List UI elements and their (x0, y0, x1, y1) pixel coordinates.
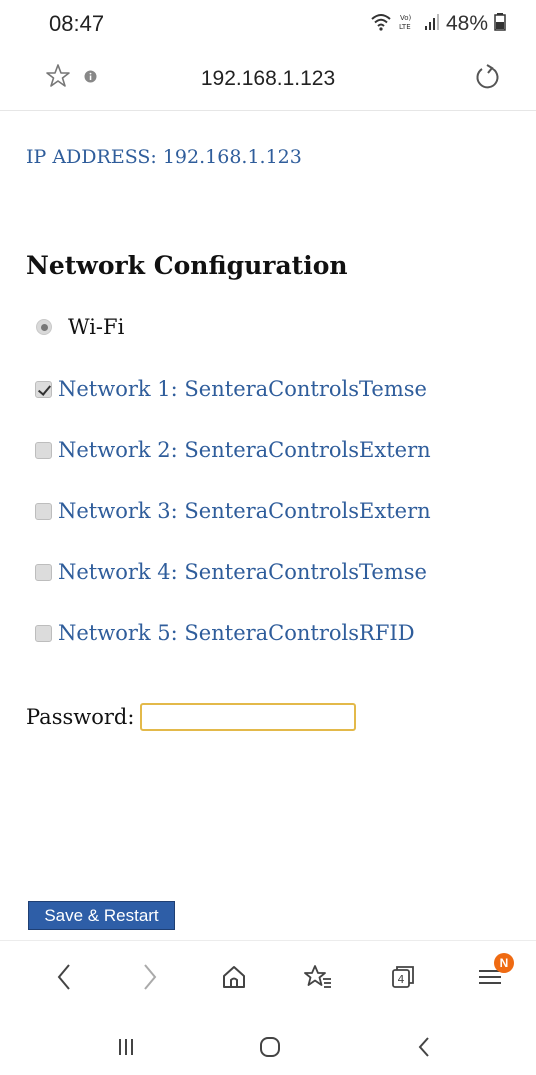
network-4-label[interactable]: Network 4: SenteraControlsTemse (58, 560, 427, 584)
network-option-1[interactable]: Network 1: SenteraControlsTemse (35, 377, 427, 401)
wifi-icon (370, 12, 392, 37)
address-bar[interactable]: 192.168.1.123 (0, 50, 536, 111)
network-3-checkbox[interactable] (35, 502, 52, 520)
tabs-count: 4 (398, 973, 405, 986)
status-bar: 08:47 Vo) LTE 48% (0, 0, 536, 50)
network-2-label[interactable]: Network 2: SenteraControlsExtern (58, 438, 431, 462)
wifi-radio-option[interactable]: Wi-Fi (36, 315, 124, 339)
password-input[interactable] (140, 703, 357, 731)
svg-text:LTE: LTE (399, 23, 411, 31)
network-option-4[interactable]: Network 4: SenteraControlsTemse (35, 560, 427, 584)
network-1-label[interactable]: Network 1: SenteraControlsTemse (58, 377, 427, 401)
svg-text:Vo): Vo) (400, 14, 412, 22)
page-title: Network Configuration (26, 251, 348, 280)
forward-icon[interactable] (130, 959, 170, 995)
signal-icon (424, 13, 440, 36)
password-label: Password: (26, 705, 135, 729)
network-3-label[interactable]: Network 3: SenteraControlsExtern (58, 499, 431, 523)
battery-icon (494, 12, 506, 36)
volte-lte-icon: Vo) LTE (398, 12, 418, 37)
bookmarks-icon[interactable] (298, 959, 338, 995)
network-option-5[interactable]: Network 5: SenteraControlsRFID (35, 621, 415, 645)
save-restart-button[interactable]: Save & Restart (28, 901, 175, 930)
network-1-checkbox[interactable] (35, 380, 52, 398)
status-time: 08:47 (49, 11, 105, 36)
network-option-3[interactable]: Network 3: SenteraControlsExtern (35, 499, 431, 523)
browser-toolbar: 4 N (0, 940, 536, 1013)
system-navigation-bar (0, 1012, 536, 1075)
network-4-checkbox[interactable] (35, 563, 52, 581)
home-circle-icon[interactable] (250, 1032, 290, 1062)
wifi-radio[interactable] (36, 319, 52, 335)
password-row: Password: (26, 703, 357, 731)
ip-address-text: IP ADDRESS: 192.168.1.123 (26, 146, 302, 168)
network-2-checkbox[interactable] (35, 441, 52, 459)
home-icon[interactable] (214, 959, 254, 995)
menu-notification-badge: N (494, 953, 514, 973)
status-icons: Vo) LTE 48% (370, 11, 506, 37)
back-icon[interactable] (44, 959, 84, 995)
network-5-label[interactable]: Network 5: SenteraControlsRFID (58, 621, 415, 645)
back-chevron-icon[interactable] (404, 1032, 444, 1062)
battery-percent: 48% (445, 12, 488, 35)
recents-icon[interactable] (106, 1032, 146, 1062)
tabs-icon[interactable]: 4 (383, 959, 423, 995)
wifi-radio-label: Wi-Fi (68, 315, 125, 339)
network-5-checkbox[interactable] (35, 624, 52, 642)
menu-icon[interactable]: N (470, 953, 514, 995)
network-option-2[interactable]: Network 2: SenteraControlsExtern (35, 438, 431, 462)
reload-icon[interactable] (473, 63, 501, 96)
url-text[interactable]: 192.168.1.123 (0, 67, 536, 91)
